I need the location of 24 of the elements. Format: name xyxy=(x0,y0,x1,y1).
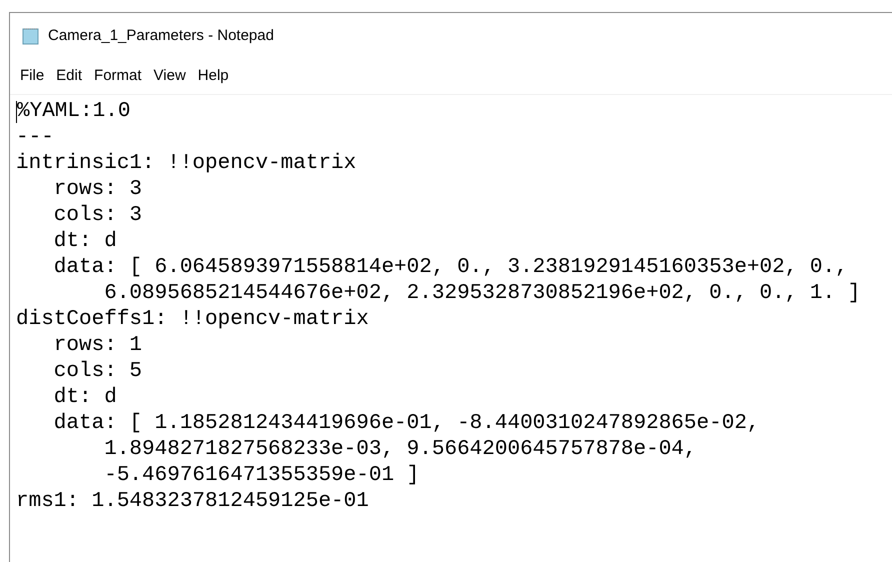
text-line: data: [ 6.0645893971558814e+02, 0., 3.2381929145160353e+02, 0., xyxy=(52,255,848,281)
menu-item[interactable]: Edit xyxy=(50,65,88,88)
text-line: intrinsic1: !!opencv-matrix xyxy=(16,151,356,177)
notepad-icon xyxy=(22,27,40,45)
menu-item[interactable]: View xyxy=(148,65,192,88)
text-line: rms1: 1.5483237812459125e-01 xyxy=(16,489,369,515)
text-line: --- xyxy=(16,125,54,151)
window-title: Camera_1_Parameters - Notepad xyxy=(48,26,274,46)
text-line: 1.8948271827568233e-03, 9.5664200645757878e-04, xyxy=(103,437,697,463)
text-line: dt: d xyxy=(52,229,117,255)
menu-item[interactable]: File xyxy=(14,65,50,88)
menu-item[interactable]: Help xyxy=(192,65,235,88)
text-line: rows: 3 xyxy=(52,177,142,203)
text-line: %YAML:1.0 xyxy=(17,99,130,125)
text-line: rows: 1 xyxy=(52,333,142,359)
text-line: distCoeffs1: !!opencv-matrix xyxy=(16,307,369,333)
text-line: cols: 3 xyxy=(52,203,142,229)
text-line: cols: 5 xyxy=(52,359,142,385)
text-line: dt: d xyxy=(52,385,117,411)
text-line: 6.0895685214544676e+02, 2.3295328730852196e+02, 0., 0., 1. ] xyxy=(103,281,860,307)
text-line: data: [ 1.1852812434419696e-01, -8.4400310247892865e-02, xyxy=(52,411,760,437)
text-cursor xyxy=(16,101,17,123)
text-line: -5.4697616471355359e-01 ] xyxy=(103,463,420,489)
menu-item[interactable]: Format xyxy=(88,65,148,88)
